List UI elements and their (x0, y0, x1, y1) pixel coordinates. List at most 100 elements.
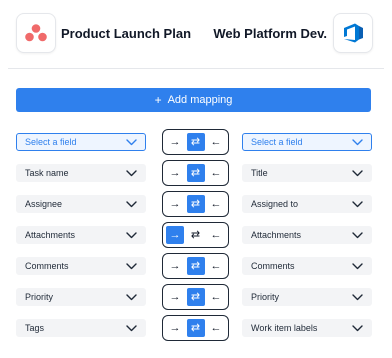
direction-both-button[interactable]: ⇄ (186, 288, 205, 306)
chevron-down-icon (352, 325, 363, 332)
arrow-right-icon: → (169, 321, 181, 334)
direction-right-button[interactable]: → (166, 257, 184, 275)
arrows-bidirectional-icon: ⇄ (190, 321, 201, 334)
asana-logo-icon (16, 13, 56, 53)
direction-right-button[interactable]: → (166, 133, 184, 151)
arrow-right-icon: → (169, 197, 181, 210)
sync-direction-toggle: → ⇄ ← (162, 284, 229, 310)
arrows-bidirectional-icon: ⇄ (190, 228, 201, 241)
direction-both-button[interactable]: ⇄ (187, 226, 205, 244)
mapping-row: Comments → ⇄ ← Comments (0, 253, 392, 279)
direction-both-button[interactable]: ⇄ (186, 133, 205, 151)
chevron-down-icon (352, 201, 363, 208)
direction-left-button[interactable]: ← (207, 319, 225, 337)
direction-left-button[interactable]: ← (207, 288, 225, 306)
chevron-down-icon (126, 325, 137, 332)
chevron-down-icon (126, 201, 137, 208)
arrows-bidirectional-icon: ⇄ (190, 135, 201, 148)
sync-direction-toggle: → ⇄ ← (162, 315, 229, 341)
right-field-select[interactable]: Title (242, 164, 372, 182)
direction-left-button[interactable]: ← (207, 195, 225, 213)
left-app-name: Product Launch Plan (61, 26, 192, 41)
direction-right-button[interactable]: → (166, 319, 184, 337)
arrow-left-icon: ← (210, 135, 222, 148)
right-app-name: Web Platform Dev. (213, 26, 327, 41)
arrows-bidirectional-icon: ⇄ (190, 166, 201, 179)
mapping-row: Select a field → ⇄ ← Select a field (0, 129, 392, 155)
direction-both-button[interactable]: ⇄ (186, 164, 205, 182)
right-field-label: Attachments (251, 230, 302, 240)
right-field-select[interactable]: Attachments (242, 226, 372, 244)
chevron-down-icon (352, 263, 363, 270)
right-field-select[interactable]: Comments (242, 257, 372, 275)
arrows-bidirectional-icon: ⇄ (190, 290, 201, 303)
arrow-right-icon: → (169, 135, 181, 148)
chevron-down-icon (352, 139, 363, 146)
direction-right-button[interactable]: → (166, 164, 184, 182)
mapping-row: Priority → ⇄ ← Priority (0, 284, 392, 310)
direction-both-button[interactable]: ⇄ (186, 195, 205, 213)
direction-right-button[interactable]: → (166, 226, 184, 244)
left-field-label: Select a field (25, 137, 77, 147)
left-field-label: Tags (25, 323, 45, 333)
right-field-select[interactable]: Work item labels (242, 319, 372, 337)
direction-right-button[interactable]: → (166, 195, 184, 213)
arrow-left-icon: ← (210, 259, 222, 272)
direction-left-button[interactable]: ← (207, 226, 225, 244)
chevron-down-icon (126, 232, 137, 239)
direction-both-button[interactable]: ⇄ (186, 257, 205, 275)
direction-left-button[interactable]: ← (207, 257, 225, 275)
direction-left-button[interactable]: ← (207, 133, 225, 151)
right-field-label: Select a field (251, 137, 303, 147)
chevron-down-icon (126, 294, 137, 301)
arrow-left-icon: ← (210, 166, 222, 179)
left-field-select[interactable]: Attachments (16, 226, 146, 244)
left-field-select[interactable]: Priority (16, 288, 146, 306)
arrows-bidirectional-icon: ⇄ (190, 259, 201, 272)
arrows-bidirectional-icon: ⇄ (190, 197, 201, 210)
header: Product Launch Plan Web Platform Dev. (0, 0, 392, 68)
arrow-left-icon: ← (210, 228, 222, 241)
arrow-right-icon: → (169, 166, 181, 179)
left-field-select[interactable]: Comments (16, 257, 146, 275)
left-field-label: Task name (25, 168, 69, 178)
add-mapping-button[interactable]: + Add mapping (16, 88, 371, 112)
chevron-down-icon (352, 232, 363, 239)
right-field-label: Comments (251, 261, 295, 271)
mapping-row: Attachments → ⇄ ← Attachments (0, 222, 392, 248)
left-field-label: Priority (25, 292, 54, 302)
right-field-select[interactable]: Select a field (242, 133, 372, 151)
azure-devops-logo-icon (333, 13, 373, 53)
direction-left-button[interactable]: ← (207, 164, 225, 182)
right-field-select[interactable]: Priority (242, 288, 372, 306)
chevron-down-icon (126, 170, 137, 177)
add-mapping-label: Add mapping (167, 94, 233, 106)
right-field-label: Title (251, 168, 268, 178)
left-field-select[interactable]: Task name (16, 164, 146, 182)
right-field-label: Priority (251, 292, 280, 302)
arrow-right-icon: → (169, 290, 181, 303)
sync-direction-toggle: → ⇄ ← (162, 160, 229, 186)
arrow-right-icon: → (169, 259, 181, 272)
right-field-select[interactable]: Assigned to (242, 195, 372, 213)
mapping-row: Task name → ⇄ ← Title (0, 160, 392, 186)
arrow-left-icon: ← (210, 290, 222, 303)
mapping-row: Tags → ⇄ ← Work item labels (0, 315, 392, 341)
sync-direction-toggle: → ⇄ ← (162, 253, 229, 279)
left-field-label: Assignee (25, 199, 63, 209)
direction-both-button[interactable]: ⇄ (186, 319, 205, 337)
chevron-down-icon (126, 263, 137, 270)
left-field-select[interactable]: Tags (16, 319, 146, 337)
plus-icon: + (154, 93, 162, 107)
right-field-label: Work item labels (251, 323, 318, 333)
left-field-select[interactable]: Assignee (16, 195, 146, 213)
left-field-select[interactable]: Select a field (16, 133, 146, 151)
chevron-down-icon (126, 139, 137, 146)
arrow-right-icon: → (169, 228, 181, 241)
arrow-left-icon: ← (210, 321, 222, 334)
mapping-row: Assignee → ⇄ ← Assigned to (0, 191, 392, 217)
chevron-down-icon (352, 294, 363, 301)
direction-right-button[interactable]: → (166, 288, 184, 306)
left-field-label: Comments (25, 261, 69, 271)
sync-direction-toggle: → ⇄ ← (162, 129, 229, 155)
